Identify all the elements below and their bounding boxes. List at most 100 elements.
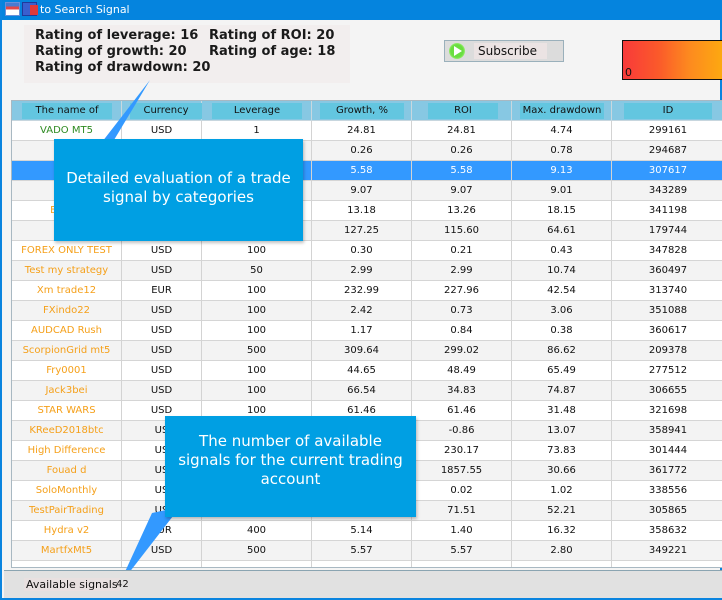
- cell-name: Test my strategy: [12, 261, 122, 281]
- rating-age: Rating of age: 18: [209, 44, 336, 59]
- column-header-roi[interactable]: ROI: [412, 101, 512, 121]
- cell-growth: [312, 561, 412, 567]
- cell-growth: 0.30: [312, 241, 412, 261]
- available-signals-label: Available signals: [24, 578, 120, 591]
- cell-name: Xm trade12: [12, 281, 122, 301]
- cell-drawdown: 2.80: [512, 541, 612, 561]
- table-row[interactable]: AUDCAD Rush USD 100 1.17 0.84 0.38 360617: [12, 321, 722, 341]
- cell-roi: 1857.55: [412, 461, 512, 481]
- rating-leverage: Rating of leverage: 16: [35, 28, 199, 43]
- cell-id: 338556: [612, 481, 722, 501]
- cell-id: 349221: [612, 541, 722, 561]
- cell-drawdown: 0.38: [512, 321, 612, 341]
- cell-id: 360617: [612, 321, 722, 341]
- subscribe-button[interactable]: Subscribe: [444, 40, 564, 62]
- terminal-app-icon: [22, 2, 38, 16]
- table-row[interactable]: Xm trade12 EUR 100 232.99 227.96 42.54 313740: [12, 281, 722, 301]
- rating-roi: Rating of ROI: 20: [209, 28, 335, 43]
- column-header-leverage[interactable]: Leverage: [202, 101, 312, 121]
- cell-growth: 309.64: [312, 341, 412, 361]
- cell-roi: [412, 561, 512, 567]
- cell-id: 299161: [612, 121, 722, 141]
- cell-id: 358941: [612, 421, 722, 441]
- cell-growth: 5.57: [312, 541, 412, 561]
- table-row[interactable]: FXindo22 USD 100 2.42 0.73 3.06 351088: [12, 301, 722, 321]
- rating-gradient-bar: 0: [622, 40, 722, 80]
- cell-id: 321698: [612, 401, 722, 421]
- cell-roi: 34.83: [412, 381, 512, 401]
- cell-drawdown: 3.06: [512, 301, 612, 321]
- cell-leverage: 100: [202, 361, 312, 381]
- cell-name: Fry0001: [12, 361, 122, 381]
- column-header-drawdown[interactable]: Max. drawdown: [512, 101, 612, 121]
- cell-currency: USD: [122, 381, 202, 401]
- cell-name: TestPairTrading: [12, 501, 122, 521]
- callout-bottom-text: The number of available signals for the …: [178, 432, 403, 488]
- cell-name: MartfxMt5: [12, 541, 122, 561]
- cell-leverage: 100: [202, 381, 312, 401]
- cell-growth: 66.54: [312, 381, 412, 401]
- cell-leverage: 1: [202, 121, 312, 141]
- callout-top: Detailed evaluation of a trade signal by…: [54, 139, 303, 241]
- rating-drawdown: Rating of drawdown: 20: [35, 60, 211, 75]
- cell-id: 358632: [612, 521, 722, 541]
- cell-leverage: 500: [202, 341, 312, 361]
- cell-drawdown: 31.48: [512, 401, 612, 421]
- table-row[interactable]: FOREX ONLY TEST USD 100 0.30 0.21 0.43 347828: [12, 241, 722, 261]
- cell-roi: 24.81: [412, 121, 512, 141]
- cell-id: 305865: [612, 501, 722, 521]
- cell-roi: 5.57: [412, 541, 512, 561]
- cell-drawdown: 0.78: [512, 141, 612, 161]
- title-bar[interactable]: to Search Signal: [2, 0, 722, 20]
- table-row[interactable]: ScorpionGrid mt5 USD 500 309.64 299.02 86.62 2…: [12, 341, 722, 361]
- cell-growth: 0.26: [312, 141, 412, 161]
- rating-growth: Rating of growth: 20: [35, 44, 187, 59]
- cell-roi: 13.26: [412, 201, 512, 221]
- column-header-id[interactable]: ID: [612, 101, 722, 121]
- cell-growth: 5.14: [312, 521, 412, 541]
- cell-roi: 0.26: [412, 141, 512, 161]
- cell-drawdown: 42.54: [512, 281, 612, 301]
- cell-id: 209378: [612, 341, 722, 361]
- cell-name: STAR WARS: [12, 401, 122, 421]
- cell-roi: 61.46: [412, 401, 512, 421]
- cell-id: 306655: [612, 381, 722, 401]
- cell-drawdown: 9.13: [512, 161, 612, 181]
- window-title: to Search Signal: [40, 3, 130, 16]
- cell-id: 360497: [612, 261, 722, 281]
- cell-roi: 115.60: [412, 221, 512, 241]
- cell-currency: USD: [122, 341, 202, 361]
- cell-id: 343289: [612, 181, 722, 201]
- cell-growth: 13.18: [312, 201, 412, 221]
- table-app-icon: [5, 2, 20, 16]
- column-header-growth[interactable]: Growth, %: [312, 101, 412, 121]
- cell-drawdown: 10.74: [512, 261, 612, 281]
- cell-drawdown: 16.32: [512, 521, 612, 541]
- cell-roi: 48.49: [412, 361, 512, 381]
- cell-drawdown: 86.62: [512, 341, 612, 361]
- cell-growth: 44.65: [312, 361, 412, 381]
- cell-drawdown: 9.01: [512, 181, 612, 201]
- cell-name: Hydra v2: [12, 521, 122, 541]
- column-header-label: Leverage: [212, 103, 302, 119]
- rating-bar-value: 0: [625, 66, 632, 79]
- cell-growth: 24.81: [312, 121, 412, 141]
- cell-name: KReeD2018btc: [12, 421, 122, 441]
- cell-roi: 0.21: [412, 241, 512, 261]
- cell-id: 307617: [612, 161, 722, 181]
- cell-id: 294687: [612, 141, 722, 161]
- cell-id: 347828: [612, 241, 722, 261]
- cell-leverage: 50: [202, 261, 312, 281]
- table-row[interactable]: Jack3bei USD 100 66.54 34.83 74.87 306655: [12, 381, 722, 401]
- app-window: to Search Signal Rating of leverage: 16 …: [0, 0, 722, 600]
- cell-name: Jack3bei: [12, 381, 122, 401]
- cell-drawdown: 73.83: [512, 441, 612, 461]
- cell-drawdown: [512, 561, 612, 567]
- table-row[interactable]: Fry0001 USD 100 44.65 48.49 65.49 277512: [12, 361, 722, 381]
- cell-currency: EUR: [122, 281, 202, 301]
- cell-roi: 71.51: [412, 501, 512, 521]
- cell-name: Fouad d: [12, 461, 122, 481]
- table-row[interactable]: Test my strategy USD 50 2.99 2.99 10.74 360497: [12, 261, 722, 281]
- cell-drawdown: 64.61: [512, 221, 612, 241]
- cell-growth: 2.42: [312, 301, 412, 321]
